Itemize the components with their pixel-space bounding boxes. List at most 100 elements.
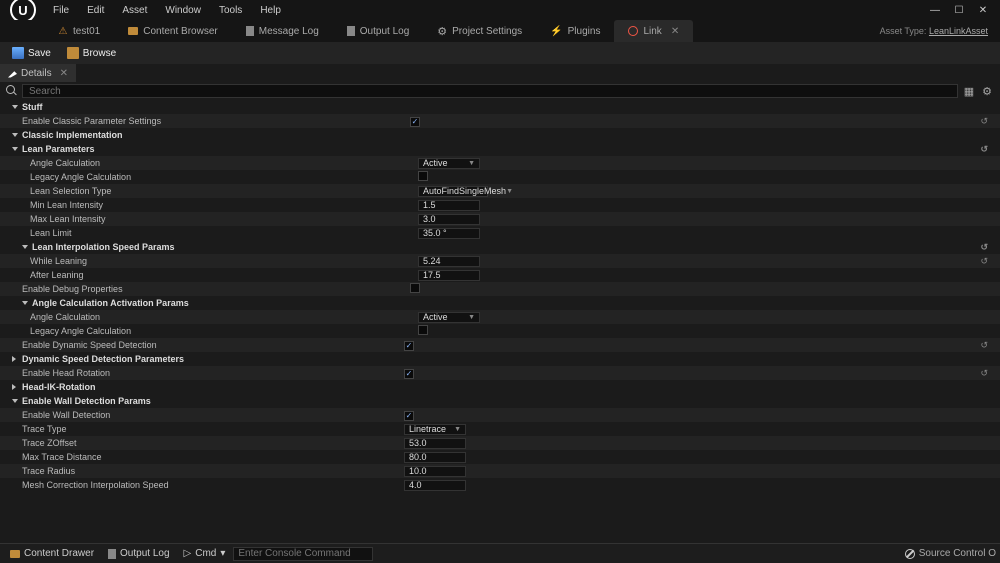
document-icon — [246, 26, 254, 36]
document-icon — [108, 549, 116, 559]
mesh-corr-interp-numeric[interactable]: 4.0 — [404, 480, 466, 491]
view-options-icon[interactable]: ▦ — [962, 84, 976, 98]
tab-label: Content Browser — [143, 26, 217, 37]
prop-max-trace-distance: Max Trace Distance 80.0 — [0, 450, 1000, 464]
close-panel-icon[interactable]: ✕ — [60, 68, 68, 79]
enable-debug-checkbox[interactable] — [410, 283, 420, 293]
tab-label: Output Log — [360, 26, 409, 37]
enable-dyn-speed-checkbox[interactable] — [404, 341, 414, 351]
window-controls: — ☐ ✕ — [924, 2, 994, 18]
content-drawer-button[interactable]: Content Drawer — [4, 546, 100, 561]
menu-file[interactable]: File — [44, 1, 78, 20]
tab-label: test01 — [73, 26, 100, 37]
lean-limit-numeric[interactable]: 35.0 ° — [418, 228, 480, 239]
category-lean-interp-speed[interactable]: Lean Interpolation Speed Params ↺ — [0, 240, 1000, 254]
output-log-button[interactable]: Output Log — [102, 546, 175, 561]
panel-tab-row: Details ✕ — [0, 64, 1000, 82]
tab-content-browser[interactable]: Content Browser — [114, 20, 231, 42]
tab-label: Link — [643, 26, 661, 37]
prop-after-leaning: After Leaning 17.5 — [0, 268, 1000, 282]
reset-icon[interactable]: ↺ — [980, 144, 988, 155]
max-lean-numeric[interactable]: 3.0 — [418, 214, 480, 225]
legacy-angle-2-checkbox[interactable] — [418, 325, 428, 335]
category-wall-detection[interactable]: Enable Wall Detection Params — [0, 394, 1000, 408]
menu-tools[interactable]: Tools — [210, 1, 251, 20]
menu-window[interactable]: Window — [156, 1, 210, 20]
category-dynamic-speed-detection[interactable]: Dynamic Speed Detection Parameters — [0, 352, 1000, 366]
prop-while-leaning: While Leaning 5.24 ↺ — [0, 254, 1000, 268]
lean-selection-dropdown[interactable]: AutoFindSingleMesh▼ — [418, 186, 488, 197]
prop-enable-head-rotation: Enable Head Rotation ↺ — [0, 366, 1000, 380]
prop-enable-wall-detection: Enable Wall Detection — [0, 408, 1000, 422]
tab-plugins[interactable]: ⚡ Plugins — [536, 20, 614, 42]
gear-icon: ⚙ — [437, 25, 447, 38]
angle-calc-dropdown[interactable]: Active▼ — [418, 158, 480, 169]
prop-trace-type: Trace Type Linetrace▼ — [0, 422, 1000, 436]
prop-min-lean-intensity: Min Lean Intensity 1.5 — [0, 198, 1000, 212]
tab-output-log[interactable]: Output Log — [333, 20, 423, 42]
settings-gear-icon[interactable]: ⚙ — [980, 84, 994, 98]
prop-enable-dynamic-speed: Enable Dynamic Speed Detection ↺ — [0, 338, 1000, 352]
while-leaning-numeric[interactable]: 5.24 — [418, 256, 480, 267]
category-classic-implementation[interactable]: Classic Implementation — [0, 128, 1000, 142]
enable-wall-det-checkbox[interactable] — [404, 411, 414, 421]
category-stuff[interactable]: Stuff — [0, 100, 1000, 114]
source-control-button[interactable]: Source Control O — [905, 548, 996, 559]
prop-angle-calculation-2: Angle Calculation Active▼ — [0, 310, 1000, 324]
enable-classic-checkbox[interactable] — [410, 117, 420, 127]
tab-link[interactable]: Link ✕ — [614, 20, 693, 42]
trace-radius-numeric[interactable]: 10.0 — [404, 466, 466, 477]
close-tab-icon[interactable]: ✕ — [671, 26, 679, 37]
category-angle-calc-activation[interactable]: Angle Calculation Activation Params — [0, 296, 1000, 310]
browse-button[interactable]: Browse — [61, 45, 122, 61]
tab-label: Plugins — [568, 26, 601, 37]
save-icon — [12, 47, 24, 59]
console-command-input[interactable] — [233, 547, 373, 561]
trace-zoffset-numeric[interactable]: 53.0 — [404, 438, 466, 449]
save-button[interactable]: Save — [6, 45, 57, 61]
angle-calc-2-dropdown[interactable]: Active▼ — [418, 312, 480, 323]
details-properties[interactable]: Stuff Enable Classic Parameter Settings … — [0, 100, 1000, 543]
cmd-dropdown[interactable]: ▷ Cmd ▾ — [178, 546, 232, 561]
details-search-input[interactable] — [22, 84, 958, 98]
close-button[interactable]: ✕ — [972, 2, 994, 18]
chevron-down-icon: ▾ — [220, 548, 225, 559]
prop-lean-selection-type: Lean Selection Type AutoFindSingleMesh▼ — [0, 184, 1000, 198]
min-lean-numeric[interactable]: 1.5 — [418, 200, 480, 211]
tab-project-settings[interactable]: ⚙ Project Settings — [423, 20, 536, 42]
menu-asset[interactable]: Asset — [113, 1, 156, 20]
reset-icon[interactable]: ↺ — [980, 116, 988, 127]
after-leaning-numeric[interactable]: 17.5 — [418, 270, 480, 281]
details-panel-tab[interactable]: Details ✕ — [0, 64, 76, 82]
warning-icon: ⚠ — [58, 26, 68, 36]
cmd-icon: ▷ — [184, 548, 192, 559]
reset-icon[interactable]: ↺ — [980, 340, 988, 351]
enable-head-rot-checkbox[interactable] — [404, 369, 414, 379]
tab-message-log[interactable]: Message Log — [232, 20, 333, 42]
category-lean-parameters[interactable]: Lean Parameters ↺ — [0, 142, 1000, 156]
reset-icon[interactable]: ↺ — [980, 256, 988, 267]
trace-type-dropdown[interactable]: Linetrace▼ — [404, 424, 466, 435]
reset-icon[interactable]: ↺ — [980, 368, 988, 379]
menu-help[interactable]: Help — [251, 1, 290, 20]
asset-type-label: Asset Type: LeanLinkAsset — [880, 26, 1000, 36]
source-control-off-icon — [905, 549, 915, 559]
prop-trace-radius: Trace Radius 10.0 — [0, 464, 1000, 478]
prop-enable-classic: Enable Classic Parameter Settings ↺ — [0, 114, 1000, 128]
maximize-button[interactable]: ☐ — [948, 2, 970, 18]
link-asset-icon — [628, 26, 638, 36]
tab-test01[interactable]: ⚠ test01 — [44, 20, 114, 42]
max-trace-dist-numeric[interactable]: 80.0 — [404, 452, 466, 463]
prop-legacy-angle-calc-2: Legacy Angle Calculation — [0, 324, 1000, 338]
search-icon — [6, 85, 18, 97]
reset-icon[interactable]: ↺ — [980, 242, 988, 253]
menu-edit[interactable]: Edit — [78, 1, 113, 20]
tab-label: Project Settings — [452, 26, 522, 37]
asset-type-link[interactable]: LeanLinkAsset — [929, 26, 988, 36]
category-head-ik-rotation[interactable]: Head-IK-Rotation — [0, 380, 1000, 394]
folder-icon — [128, 27, 138, 35]
menu-bar: U File Edit Asset Window Tools Help — ☐ … — [0, 0, 1000, 20]
status-bar: Content Drawer Output Log ▷ Cmd ▾ Source… — [0, 543, 1000, 563]
legacy-angle-checkbox[interactable] — [418, 171, 428, 181]
minimize-button[interactable]: — — [924, 2, 946, 18]
